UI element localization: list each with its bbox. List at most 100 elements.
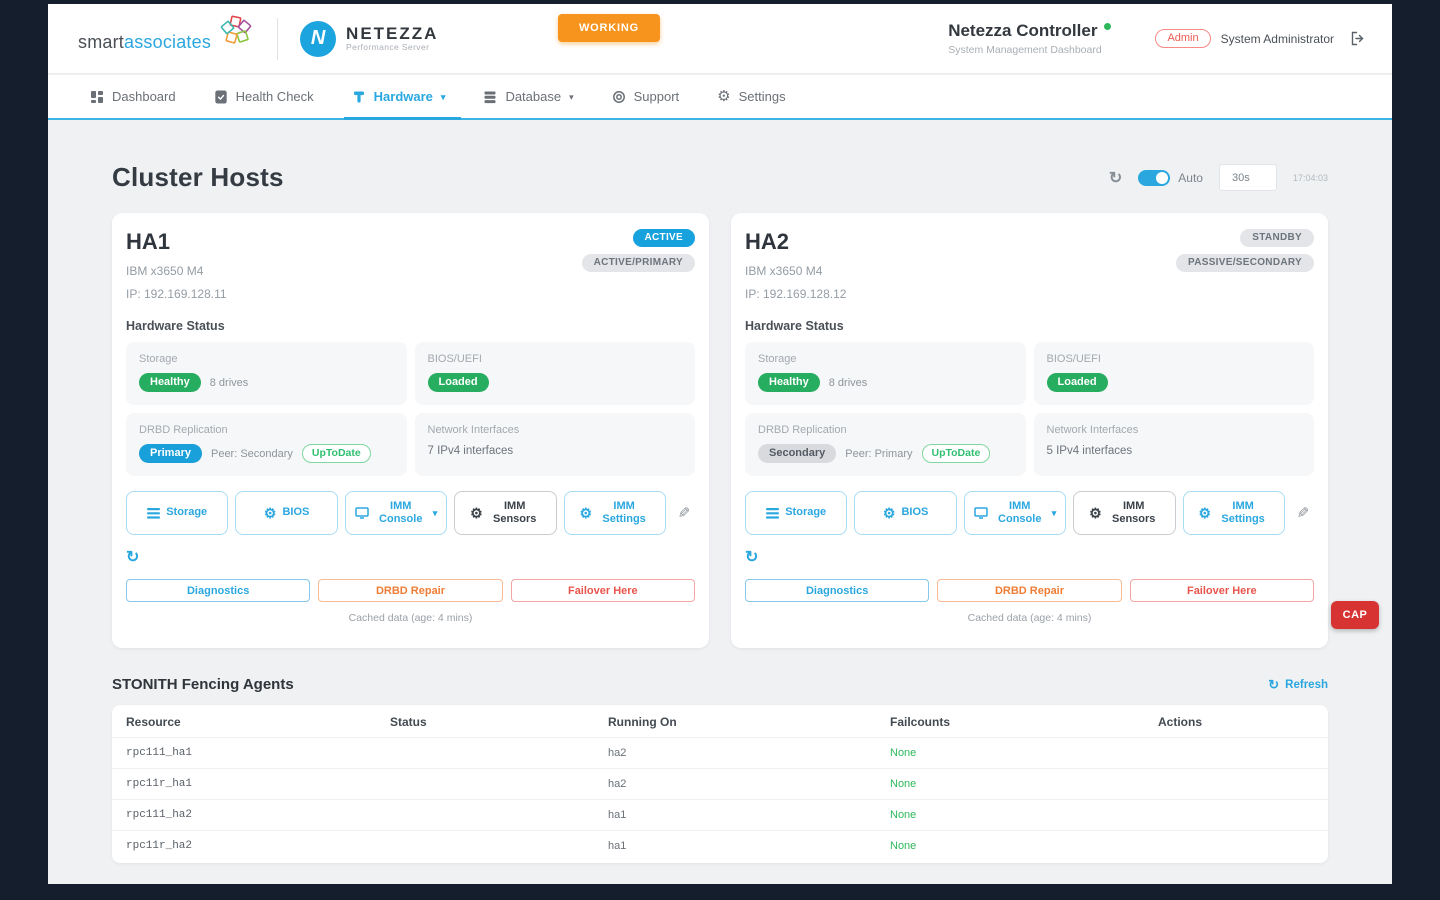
drbd-role-badge: Primary — [139, 444, 202, 463]
bios-status-box: BIOS/UEFI Loaded — [415, 342, 696, 405]
imm-settings-button[interactable]: ⚙ IMM Settings — [1183, 491, 1285, 535]
logout-icon[interactable] — [1350, 31, 1366, 46]
imm-console-button[interactable]: IMM Console ▾ — [964, 491, 1066, 535]
failcounts: None — [890, 809, 1158, 821]
last-refresh-timestamp: 17:04:03 — [1293, 173, 1328, 183]
nav-item-settings[interactable]: ⚙ Settings — [717, 75, 785, 118]
refresh-icon[interactable]: ↻ — [1109, 168, 1122, 188]
hardware-icon — [352, 90, 366, 104]
health-check-icon — [214, 90, 228, 104]
cache-age-note: Cached data (age: 4 mins) — [126, 612, 695, 624]
drbd-label: DRBD Replication — [139, 424, 394, 436]
online-status-dot — [1104, 23, 1111, 30]
edit-pencil-icon[interactable]: ✎ — [1292, 491, 1314, 535]
working-status-badge: WORKING — [558, 14, 660, 42]
nav-item-health-check[interactable]: Health Check — [214, 75, 314, 118]
imm-sensors-button[interactable]: ⚙ IMM Sensors — [1073, 491, 1175, 535]
storage-button[interactable]: Storage — [126, 491, 228, 535]
chevron-down-icon: ▾ — [441, 92, 446, 103]
stonith-refresh-link[interactable]: ↻ Refresh — [1268, 677, 1328, 693]
role-badge: ACTIVE/PRIMARY — [582, 254, 695, 272]
failover-here-button[interactable]: Failover Here — [511, 579, 695, 602]
hardware-status-label: Hardware Status — [745, 319, 1314, 333]
stonith-title: STONITH Fencing Agents — [112, 676, 294, 693]
hardware-status-label: Hardware Status — [126, 319, 695, 333]
card-refresh-icon[interactable]: ↻ — [126, 547, 146, 567]
nav-item-database[interactable]: Database ▾ — [483, 75, 573, 118]
logo-text-smart: smart — [78, 32, 124, 52]
failover-here-button[interactable]: Failover Here — [1130, 579, 1314, 602]
storage-drives: 8 drives — [829, 377, 868, 389]
host-card-ha1: HA1 IBM x3650 M4 IP: 192.169.128.11 ACTI… — [112, 213, 709, 648]
bios-status-badge: Loaded — [428, 373, 489, 392]
auto-refresh-toggle[interactable] — [1138, 170, 1170, 186]
gear-icon: ⚙ — [717, 89, 730, 104]
drbd-repair-button[interactable]: DRBD Repair — [937, 579, 1121, 602]
storage-health-badge: Healthy — [758, 373, 820, 392]
host-name: HA1 — [126, 229, 227, 255]
col-resource: Resource — [126, 715, 390, 729]
host-model: IBM x3650 M4 — [126, 264, 227, 278]
imm-console-label: IMM Console — [994, 500, 1046, 526]
network-interfaces: 5 IPv4 interfaces — [1047, 445, 1302, 457]
network-interfaces: 7 IPv4 interfaces — [428, 445, 683, 457]
admin-role-badge: Admin — [1155, 29, 1210, 48]
network-label: Network Interfaces — [428, 424, 683, 436]
smartassociates-wordmark: smartassociates — [78, 32, 211, 53]
nav-label-settings: Settings — [739, 89, 786, 104]
diagnostics-button[interactable]: Diagnostics — [126, 579, 310, 602]
bios-button-label: BIOS — [282, 506, 309, 519]
running-on: ha2 — [608, 747, 890, 759]
imm-sensors-label: IMM Sensors — [489, 500, 541, 526]
card-refresh-icon[interactable]: ↻ — [745, 547, 765, 567]
nav-item-dashboard[interactable]: Dashboard — [90, 75, 176, 118]
nav-item-hardware[interactable]: Hardware ▾ — [352, 75, 446, 118]
stonith-section: STONITH Fencing Agents ↻ Refresh Resourc… — [112, 676, 1328, 863]
running-on: ha1 — [608, 809, 890, 821]
gear-icon: ⚙ — [264, 506, 277, 520]
imm-console-button[interactable]: IMM Console ▾ — [345, 491, 447, 535]
bios-button[interactable]: ⚙ BIOS — [854, 491, 956, 535]
resource-name: rpc11r_ha1 — [126, 778, 390, 790]
cap-button[interactable]: CAP — [1331, 601, 1379, 629]
pinwheel-logo-icon — [215, 13, 255, 53]
gear-icon: ⚙ — [580, 506, 593, 520]
netezza-logo: N NETEZZA Performance Server — [300, 21, 438, 57]
netezza-n-icon: N — [300, 21, 336, 57]
drbd-label: DRBD Replication — [758, 424, 1013, 436]
monitor-icon — [355, 507, 369, 519]
imm-settings-button[interactable]: ⚙ IMM Settings — [564, 491, 666, 535]
nav-item-support[interactable]: Support — [612, 75, 680, 118]
bios-button[interactable]: ⚙ BIOS — [235, 491, 337, 535]
diagnostics-button[interactable]: Diagnostics — [745, 579, 929, 602]
header-divider — [277, 18, 278, 60]
host-ip: IP: 192.169.128.11 — [126, 287, 227, 301]
drbd-repair-button[interactable]: DRBD Repair — [318, 579, 502, 602]
bios-button-label: BIOS — [901, 506, 928, 519]
storage-status-box: Storage Healthy 8 drives — [126, 342, 407, 405]
host-name: HA2 — [745, 229, 846, 255]
host-model: IBM x3650 M4 — [745, 264, 846, 278]
failcounts: None — [890, 778, 1158, 790]
auto-label: Auto — [1178, 171, 1203, 185]
col-failcounts: Failcounts — [890, 715, 1158, 729]
username-label: System Administrator — [1221, 32, 1334, 46]
toggle-knob — [1156, 172, 1168, 184]
nav-label-hardware: Hardware — [374, 89, 433, 104]
gear-icon: ⚙ — [1199, 506, 1212, 520]
storage-label: Storage — [758, 353, 1013, 365]
storage-button-label: Storage — [166, 506, 207, 519]
interval-select[interactable]: 30s — [1219, 164, 1277, 191]
cache-age-note: Cached data (age: 4 mins) — [745, 612, 1314, 624]
table-row: rpc11r_ha1 ha2 None — [112, 768, 1328, 799]
netezza-product-name: NETEZZA — [346, 25, 438, 43]
storage-label: Storage — [139, 353, 394, 365]
drbd-sync-badge: UpToDate — [922, 444, 991, 463]
imm-sensors-button[interactable]: ⚙ IMM Sensors — [454, 491, 556, 535]
edit-pencil-icon[interactable]: ✎ — [673, 491, 695, 535]
storage-button-label: Storage — [785, 506, 826, 519]
stonith-refresh-label: Refresh — [1285, 679, 1328, 691]
storage-button[interactable]: Storage — [745, 491, 847, 535]
controller-subtitle: System Management Dashboard — [948, 44, 1111, 57]
refresh-icon: ↻ — [1268, 677, 1279, 693]
